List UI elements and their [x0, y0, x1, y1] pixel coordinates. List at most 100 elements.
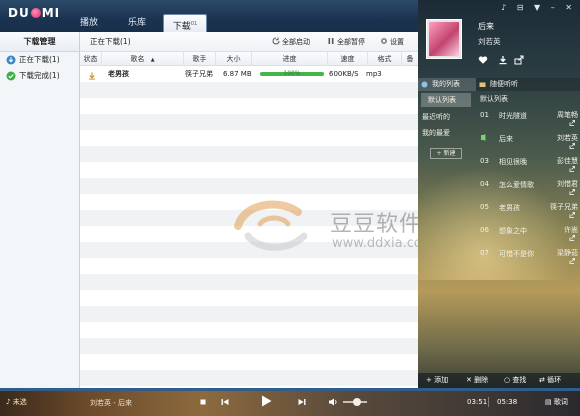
tab-library[interactable]: 乐库 [116, 14, 158, 32]
stop-button[interactable] [198, 397, 208, 407]
list-item[interactable]: 06 想象之中 许嵩 [474, 222, 580, 245]
player-brand-label: 未选 [12, 398, 27, 406]
playlist-item-favorites[interactable]: 我的最爱 [418, 125, 474, 141]
add-button[interactable]: + 添加 [426, 373, 448, 388]
list-item[interactable]: 05 老男孩 筷子兄弟 [474, 199, 580, 222]
col-format[interactable]: 格式 [368, 52, 402, 66]
previous-button[interactable] [220, 397, 230, 407]
download-list-panel: 正在下载(1) 全部启动 全部暂停 设置 状态 歌名 ▲ 歌手 大小 进度 速度… [80, 32, 418, 388]
song-name: 想象之中 [499, 227, 527, 235]
album-cover[interactable] [426, 19, 462, 59]
find-button[interactable]: ○ 查找 [504, 373, 526, 388]
app-logo[interactable]: DU MI [8, 6, 60, 20]
pause-icon [327, 37, 335, 45]
share-icon[interactable] [569, 143, 575, 149]
lyrics-button[interactable]: ▤ 歌词 [545, 397, 568, 407]
empty-row [80, 290, 418, 306]
empty-row [80, 82, 418, 98]
song-name: 后来 [499, 135, 513, 143]
new-playlist-label: 新建 [443, 150, 456, 157]
plus-icon: + [426, 376, 435, 384]
heart-icon[interactable] [478, 55, 488, 65]
list-item[interactable]: 07 可惜不是你 梁静茹 [474, 245, 580, 268]
stop-icon [200, 399, 206, 405]
disc-icon [421, 81, 428, 88]
next-icon [298, 399, 306, 405]
delete-label: 删除 [474, 376, 489, 384]
next-button[interactable] [297, 397, 307, 407]
sidebar-item-completed[interactable]: 下载完成(1) [0, 68, 79, 84]
share-icon[interactable] [569, 235, 575, 241]
gear-icon [380, 37, 388, 45]
empty-row [80, 338, 418, 354]
col-status[interactable]: 状态 [80, 52, 102, 66]
logo-dot-icon [30, 8, 41, 18]
col-speed[interactable]: 速度 [328, 52, 368, 66]
current-time: 03:51 [467, 398, 488, 406]
col-size[interactable]: 大小 [216, 52, 252, 66]
col-note[interactable]: 备 [402, 52, 418, 66]
now-playing-artist[interactable]: 刘若英 [478, 36, 501, 47]
list-item-playing[interactable]: 后来 刘若英 [474, 130, 580, 153]
window-controls[interactable]: ♪ ⊟ ▼ – ✕ [501, 3, 576, 12]
download-sidebar: 下载管理 正在下载(1) 下载完成(1) [0, 32, 80, 388]
table-row[interactable]: 老男孩 筷子兄弟 6.87 MB 100% 600KB/S mp3 [80, 66, 418, 82]
playlist-panel: ♪ ⊟ ▼ – ✕ 后来 刘若英 我的列表 随便听听 默认列表 最近听的 我的最… [418, 0, 580, 388]
new-playlist-button[interactable]: + 新建 [430, 148, 462, 159]
downloading-arrow-icon [88, 70, 96, 80]
volume-button[interactable] [328, 397, 338, 407]
sidebar-title: 下载管理 [0, 32, 79, 52]
sidebar-item-label: 正在下载(1) [19, 55, 60, 64]
tab-play[interactable]: 播放 [68, 14, 110, 32]
share-icon[interactable] [514, 55, 524, 65]
play-icon [262, 395, 272, 407]
col-artist[interactable]: 歌手 [184, 52, 216, 66]
song-name: 可惜不是你 [499, 250, 534, 258]
song-name: 相见很晚 [499, 158, 527, 166]
sidebar-item-downloading[interactable]: 正在下载(1) [0, 52, 79, 68]
song-name: 怎么爱情歌 [499, 181, 534, 189]
col-progress[interactable]: 进度 [252, 52, 328, 66]
song-number: 07 [480, 249, 489, 257]
seek-bar[interactable] [0, 388, 580, 391]
tab-my-list-label: 我的列表 [432, 80, 460, 88]
song-number: 06 [480, 226, 489, 234]
lyrics-icon: ▤ [545, 398, 554, 406]
list-item[interactable]: 01 时光隧道 周笔畅 [474, 107, 580, 130]
playlist-item-default[interactable]: 默认列表 [421, 93, 471, 107]
share-icon[interactable] [569, 258, 575, 264]
song-artist: 周笔畅 [557, 111, 578, 119]
empty-row [80, 98, 418, 114]
tab-random-listen-label: 随便听听 [490, 80, 518, 88]
volume-slider-handle[interactable] [353, 398, 362, 406]
toolbar-title: 正在下载(1) [90, 37, 131, 46]
loop-button[interactable]: ⇄ 循环 [539, 373, 561, 388]
playlist-item-recent[interactable]: 最近听的 [418, 109, 474, 125]
empty-row [80, 114, 418, 130]
row-size: 6.87 MB [223, 70, 252, 78]
song-artist: 许嵩 [564, 226, 578, 234]
speaker-icon [329, 398, 337, 406]
play-button[interactable] [259, 394, 273, 408]
list-item[interactable]: 03 相见很晚 彭佳慧 [474, 153, 580, 176]
pause-all-button[interactable]: 全部暂停 [327, 32, 365, 52]
tab-download[interactable]: 下载01 [163, 14, 207, 32]
download-icon[interactable] [498, 55, 508, 65]
song-number: 01 [480, 111, 489, 119]
time-divider [488, 397, 489, 407]
delete-button[interactable]: ✕ 删除 [466, 373, 488, 388]
share-icon[interactable] [569, 189, 575, 195]
tab-random-listen[interactable]: 随便听听 [476, 78, 580, 91]
share-icon[interactable] [569, 212, 575, 218]
list-item[interactable]: 04 怎么爱情歌 刘惜君 [474, 176, 580, 199]
album-art [429, 22, 459, 56]
share-icon[interactable] [569, 120, 575, 126]
playlist-footer: + 添加 ✕ 删除 ○ 查找 ⇄ 循环 [418, 373, 580, 388]
empty-row [80, 258, 418, 274]
tab-my-list[interactable]: 我的列表 [418, 78, 476, 91]
total-time: 05:38 [497, 398, 518, 406]
share-icon[interactable] [569, 166, 575, 172]
start-all-button[interactable]: 全部启动 [272, 32, 310, 52]
settings-button[interactable]: 设置 [380, 32, 404, 52]
col-title[interactable]: 歌名 ▲ [102, 52, 184, 66]
